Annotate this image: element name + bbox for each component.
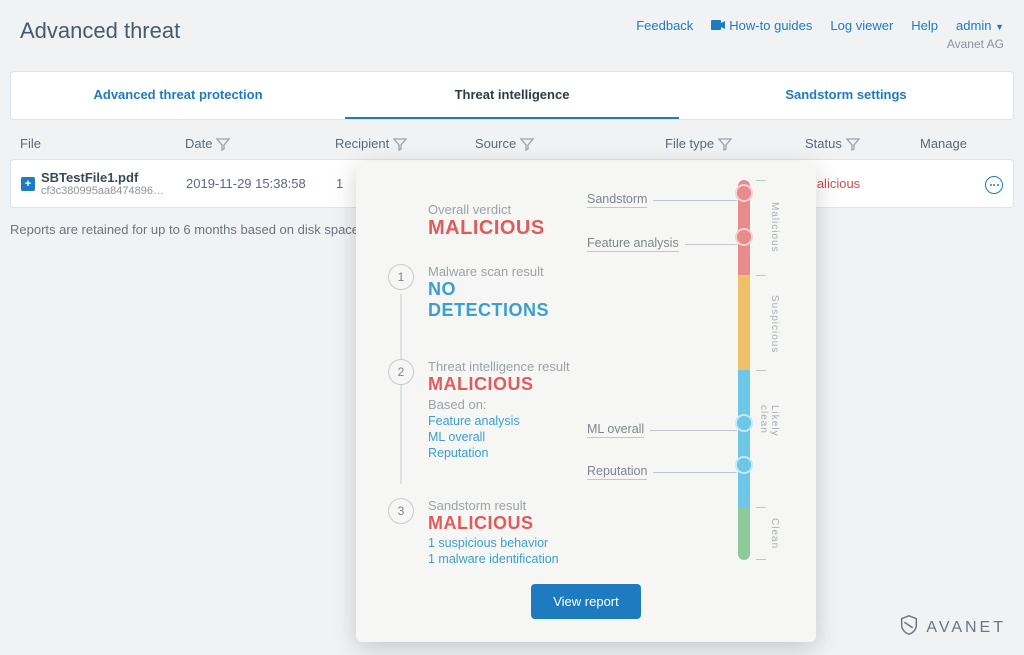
sandstorm-result-value: MALICIOUS — [428, 513, 559, 534]
filename: SBTestFile1.pdf — [41, 170, 164, 185]
col-file: File — [20, 136, 185, 151]
severity-seg-likely-clean — [738, 370, 750, 507]
conn-reputation[interactable]: Reputation — [587, 464, 737, 480]
col-source[interactable]: Source — [475, 136, 665, 151]
conn-sandstorm[interactable]: Sandstorm — [587, 192, 737, 208]
step-1-badge: 1 — [388, 264, 414, 290]
tab-sandstorm[interactable]: Sandstorm settings — [679, 72, 1013, 119]
ml-overall-link[interactable]: ML overall — [428, 430, 570, 444]
step-2-badge: 2 — [388, 359, 414, 385]
page-title: Advanced threat — [20, 18, 180, 44]
admin-menu[interactable]: admin ▼ — [956, 18, 1004, 33]
based-on-label: Based on: — [428, 397, 570, 412]
row-status: Malicious — [806, 176, 921, 191]
feature-analysis-link[interactable]: Feature analysis — [428, 414, 570, 428]
file-hash: cf3c380995aa8474896… — [41, 185, 164, 197]
tab-threat-intel[interactable]: Threat intelligence — [345, 72, 679, 119]
severity-seg-clean — [738, 507, 750, 560]
video-icon — [711, 18, 725, 33]
col-manage: Manage — [920, 136, 1004, 151]
overall-verdict-label: Overall verdict — [428, 202, 578, 217]
view-report-button[interactable]: View report — [531, 584, 641, 619]
conn-feature-analysis[interactable]: Feature analysis — [587, 236, 737, 252]
bar-label-suspicious: Suspicious — [769, 295, 780, 353]
expand-icon[interactable]: + — [21, 177, 35, 191]
tab-atp[interactable]: Advanced threat protection — [11, 72, 345, 119]
conn-ml-overall[interactable]: ML overall — [587, 422, 737, 438]
org-name: Avanet AG — [636, 37, 1004, 51]
malware-id-link[interactable]: 1 malware identification — [428, 552, 559, 566]
severity-seg-suspicious — [738, 275, 750, 370]
header-right: Feedback How-to guides Log viewer Help a… — [636, 18, 1004, 51]
bar-label-likely-clean: Likely clean — [758, 405, 780, 437]
marker-ml-overall — [735, 414, 753, 432]
step-connector-line — [400, 294, 402, 484]
shield-icon — [898, 614, 920, 641]
bar-label-clean: Clean — [769, 518, 780, 549]
ti-result-value: MALICIOUS — [428, 374, 570, 395]
malware-scan-value: NO DETECTIONS — [428, 279, 578, 321]
ellipsis-icon — [990, 184, 999, 186]
col-recipient[interactable]: Recipient — [335, 136, 475, 151]
filter-icon[interactable] — [846, 137, 860, 151]
col-status[interactable]: Status — [805, 136, 920, 151]
table-header: File Date Recipient Source File type Sta… — [10, 128, 1014, 159]
chevron-down-icon: ▼ — [995, 22, 1004, 32]
filter-icon[interactable] — [216, 137, 230, 151]
howto-link[interactable]: How-to guides — [711, 18, 812, 33]
overall-verdict-value: MALICIOUS — [428, 217, 578, 240]
feedback-link[interactable]: Feedback — [636, 18, 693, 33]
step-3-badge: 3 — [388, 498, 414, 524]
verdict-popover: Overall verdict MALICIOUS 1 Malware scan… — [356, 162, 816, 642]
help-link[interactable]: Help — [911, 18, 938, 33]
filter-icon[interactable] — [393, 137, 407, 151]
col-filetype[interactable]: File type — [665, 136, 805, 151]
marker-sandstorm — [735, 184, 753, 202]
manage-button[interactable] — [985, 176, 1003, 194]
marker-feature-analysis — [735, 228, 753, 246]
reputation-link[interactable]: Reputation — [428, 446, 570, 460]
col-date[interactable]: Date — [185, 136, 335, 151]
malware-scan-label: Malware scan result — [428, 264, 578, 279]
logviewer-link[interactable]: Log viewer — [830, 18, 893, 33]
suspicious-behavior-link[interactable]: 1 suspicious behavior — [428, 536, 559, 550]
filter-icon[interactable] — [718, 137, 732, 151]
marker-reputation — [735, 456, 753, 474]
tabbar: Advanced threat protection Threat intell… — [10, 71, 1014, 120]
brand-logo: AVANET — [898, 614, 1006, 641]
ti-result-label: Threat intelligence result — [428, 359, 570, 374]
row-date: 2019-11-29 15:38:58 — [186, 176, 336, 191]
bar-label-malicious: Malicious — [769, 202, 780, 253]
filter-icon[interactable] — [520, 137, 534, 151]
sandstorm-result-label: Sandstorm result — [428, 498, 559, 513]
